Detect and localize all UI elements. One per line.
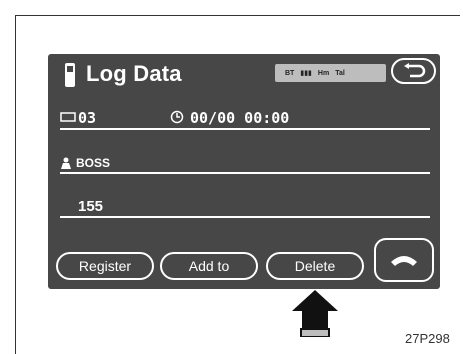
contact-name-row: BOSS [60,150,430,174]
back-button[interactable] [391,58,436,84]
log-entry-row: 03 00/00 00:00 [60,106,430,130]
figure-code: 27P298 [405,331,450,346]
row-underline [60,216,430,218]
status-home: Hm [317,69,330,77]
register-button[interactable]: Register [56,252,154,280]
status-signal: Tal [335,69,345,77]
clock-icon [170,110,184,124]
title-bar: Log Data BT ▮▮▮ Hm Tal [48,54,440,96]
pointer-arrow-icon [292,290,338,337]
contact-name: BOSS [60,156,110,170]
envelope-icon [60,112,76,122]
return-arrow-icon [403,63,425,78]
row-underline [60,128,430,130]
call-button[interactable] [374,238,434,282]
contact-name-text: BOSS [76,156,111,170]
phone-number-row: 155 [60,194,430,218]
phone-icon [65,63,75,87]
phone-handset-icon [391,256,417,266]
log-count: 03 [78,109,97,127]
phone-number: 155 [78,198,104,215]
person-icon [61,157,71,169]
screen-title: Log Data [86,61,182,86]
log-datetime: 00/00 00:00 [190,109,290,127]
status-battery-icon: ▮▮▮ [300,70,312,77]
row-underline [60,172,430,174]
status-indicator-strip: BT ▮▮▮ Hm Tal [275,64,386,82]
status-bt: BT [285,69,295,77]
log-data-screen: Log Data BT ▮▮▮ Hm Tal 03 00/00 00:00 BO… [48,54,440,289]
add-to-button[interactable]: Add to [160,252,258,280]
delete-button[interactable]: Delete [266,252,364,280]
